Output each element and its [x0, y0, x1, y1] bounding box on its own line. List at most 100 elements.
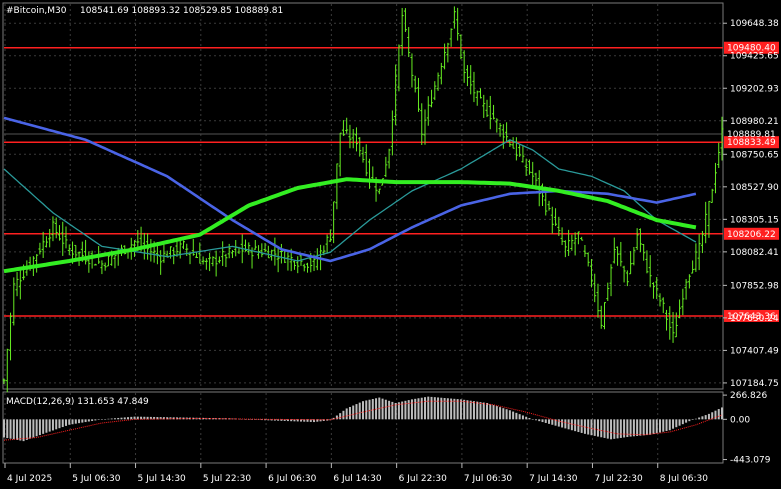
macd-bar: [525, 416, 528, 420]
macd-bar: [678, 419, 681, 426]
macd-bar: [388, 400, 391, 420]
macd-bar: [410, 399, 413, 420]
macd-bar: [358, 402, 361, 420]
macd-bar: [564, 419, 567, 429]
macd-bar: [515, 412, 518, 420]
macd-bar: [453, 398, 456, 420]
macd-bar: [371, 398, 374, 420]
macd-bar: [130, 416, 133, 420]
macd-bar: [616, 419, 619, 439]
macd-bar: [433, 397, 436, 420]
macd-bar: [107, 418, 110, 420]
macd-bar: [55, 419, 58, 430]
macd-bar: [672, 419, 675, 429]
x-tick-label: 6 Jul 14:30: [333, 474, 382, 484]
macd-bar: [127, 417, 130, 420]
y-tick-label: 108305.15: [730, 215, 779, 225]
macd-bar: [590, 419, 593, 436]
macd-bar: [596, 419, 599, 437]
macd-bar: [65, 419, 68, 426]
macd-bar: [117, 417, 120, 420]
macd-bar: [704, 415, 707, 420]
y-tick-label: 107630.24: [730, 314, 779, 324]
macd-bar: [528, 418, 531, 420]
macd-bar: [658, 419, 661, 433]
macd-bar: [649, 419, 652, 435]
macd-bar: [456, 399, 459, 420]
macd-bar: [100, 419, 103, 420]
macd-bar: [551, 419, 554, 425]
macd-bar: [691, 419, 694, 420]
x-tick-label: 7 Jul 14:30: [529, 474, 578, 484]
macd-title: MACD(12,26,9) 131.653 47.849: [6, 397, 149, 407]
macd-bar: [9, 419, 12, 439]
macd-bar: [675, 419, 678, 428]
macd-bar: [110, 418, 113, 420]
macd-bar: [668, 419, 671, 431]
macd-bar: [87, 419, 90, 422]
macd-bar: [391, 401, 394, 420]
y-tick-label: 109202.93: [730, 84, 779, 94]
macd-bar: [642, 419, 645, 436]
macd-bar: [541, 419, 544, 423]
macd-bar: [84, 419, 87, 423]
y-tick-label: 107184.75: [730, 379, 779, 389]
macd-bar: [469, 400, 472, 420]
macd-bar: [505, 409, 508, 420]
macd-bar: [593, 419, 596, 436]
macd-bar: [613, 419, 616, 439]
macd-bar: [531, 419, 534, 420]
x-tick-label: 5 Jul 06:30: [72, 474, 121, 484]
macd-bar: [561, 419, 564, 428]
macd-bar: [113, 418, 116, 420]
macd-bar: [538, 419, 541, 422]
macd-bar: [123, 417, 126, 420]
macd-bar: [619, 419, 622, 438]
macd-bar: [61, 419, 64, 428]
macd-bar: [35, 419, 38, 437]
y-tick-label: 109425.65: [730, 52, 779, 62]
macd-bar: [600, 419, 603, 438]
macd-bar: [721, 407, 723, 420]
trading-chart[interactable]: 109480.40108833.49108206.22107643.361088…: [0, 0, 781, 489]
macd-bar: [587, 419, 590, 435]
y-tick-label: 108527.90: [730, 183, 779, 193]
macd-bar: [352, 405, 355, 420]
macd-bar: [570, 419, 573, 431]
macd-bar: [476, 401, 479, 420]
macd-bar: [6, 419, 9, 439]
price-level-label: 108206.22: [727, 230, 776, 240]
macd-bar: [459, 399, 462, 420]
macd-bar: [623, 419, 626, 438]
macd-bar: [508, 410, 511, 420]
x-tick-label: 6 Jul 22:30: [399, 474, 448, 484]
macd-bar: [19, 419, 22, 441]
macd-bar: [16, 419, 19, 440]
macd-bar: [639, 419, 642, 436]
x-tick-label: 4 Jul 2025: [7, 474, 52, 484]
macd-bar: [606, 419, 609, 439]
macd-bar: [355, 404, 358, 420]
x-tick-label: 7 Jul 06:30: [464, 474, 513, 484]
macd-bar: [534, 419, 537, 421]
macd-bar: [32, 419, 35, 438]
x-tick-label: 5 Jul 22:30: [203, 474, 252, 484]
macd-bar: [104, 419, 107, 420]
macd-bar: [479, 402, 482, 420]
macd-bar: [645, 419, 648, 436]
macd-bar: [463, 399, 466, 420]
macd-bar: [610, 419, 613, 440]
macd-bar: [342, 410, 345, 420]
macd-bar: [499, 407, 502, 420]
y-tick-label: 109648.38: [730, 19, 779, 29]
macd-bar: [3, 419, 5, 438]
macd-bar: [339, 413, 342, 420]
macd-bar: [636, 419, 639, 436]
macd-bar: [701, 416, 704, 420]
macd-bar: [512, 411, 515, 420]
macd-bar: [427, 396, 430, 420]
x-tick-label: 7 Jul 22:30: [594, 474, 643, 484]
macd-bar: [22, 419, 25, 442]
macd-bar: [492, 405, 495, 420]
macd-bar: [694, 418, 697, 420]
